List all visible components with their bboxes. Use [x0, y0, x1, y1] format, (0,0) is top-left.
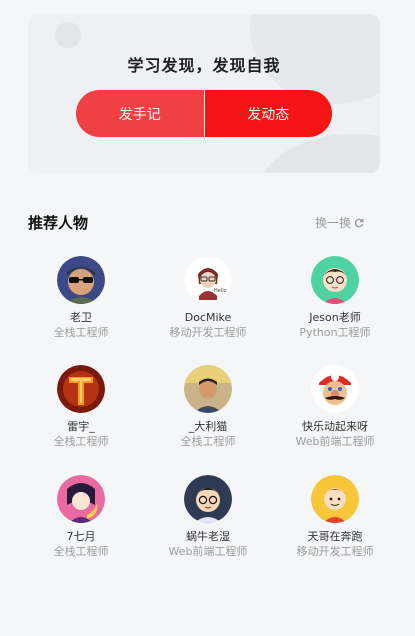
person-card[interactable]: 7七月 全栈工程师 [18, 475, 144, 559]
avatar [311, 256, 359, 304]
section-title: 推荐人物 [28, 214, 89, 232]
avatar [311, 365, 359, 413]
avatar: Hello [184, 256, 232, 304]
refresh-icon [354, 218, 364, 227]
person-card[interactable]: 老卫 全栈工程师 [18, 256, 144, 340]
person-name: Jeson老师 [309, 311, 361, 324]
person-card[interactable]: 雷宇_ 全栈工程师 [18, 365, 144, 449]
person-card[interactable]: Jeson老师 Python工程师 [272, 256, 398, 340]
decor-circle [55, 22, 81, 48]
person-role: 移动开发工程师 [296, 545, 374, 558]
svg-text:Hello: Hello [214, 288, 227, 294]
person-role: 全栈工程师 [53, 545, 109, 558]
person-name: 雷宇_ [67, 420, 95, 433]
person-card[interactable]: 天哥在奔跑 移动开发工程师 [272, 475, 398, 559]
person-name: DocMike [184, 311, 232, 324]
recommend-header: 推荐人物 换一换 [28, 212, 380, 234]
person-role: Web前端工程师 [295, 435, 375, 448]
publish-banner: 学习发现，发现自我 发手记 发动态 [28, 14, 380, 173]
person-name: 蜗牛老湿 [186, 530, 230, 543]
publish-button-group: 发手记 发动态 [76, 90, 332, 137]
avatar [311, 475, 359, 523]
post-note-button[interactable]: 发手记 [76, 90, 204, 137]
decor-circle [258, 134, 380, 173]
banner-title: 学习发现，发现自我 [127, 56, 281, 75]
person-role: 移动开发工程师 [169, 326, 247, 339]
refresh-button[interactable]: 换一换 [315, 214, 364, 231]
avatar [184, 475, 232, 523]
person-role: Web前端工程师 [168, 545, 248, 558]
post-status-button[interactable]: 发动态 [204, 90, 332, 137]
person-name: 老卫 [70, 311, 92, 324]
avatar [57, 475, 105, 523]
person-card[interactable]: 蜗牛老湿 Web前端工程师 [145, 475, 271, 559]
person-name: 快乐动起来呀 [302, 420, 368, 433]
person-name: _大利猫 [188, 420, 228, 433]
refresh-label: 换一换 [314, 216, 351, 230]
person-name: 7七月 [66, 530, 96, 543]
person-role: 全栈工程师 [53, 326, 109, 339]
person-role: 全栈工程师 [53, 435, 109, 448]
avatar [184, 365, 232, 413]
person-card[interactable]: Hello DocMike 移动开发工程师 [145, 256, 271, 340]
avatar [57, 256, 105, 304]
person-card[interactable]: 快乐动起来呀 Web前端工程师 [272, 365, 398, 449]
person-card[interactable]: _大利猫 全栈工程师 [145, 365, 271, 449]
person-name: 天哥在奔跑 [307, 530, 363, 543]
person-role: Python工程师 [299, 326, 371, 339]
avatar [57, 365, 105, 413]
person-role: 全栈工程师 [180, 435, 236, 448]
